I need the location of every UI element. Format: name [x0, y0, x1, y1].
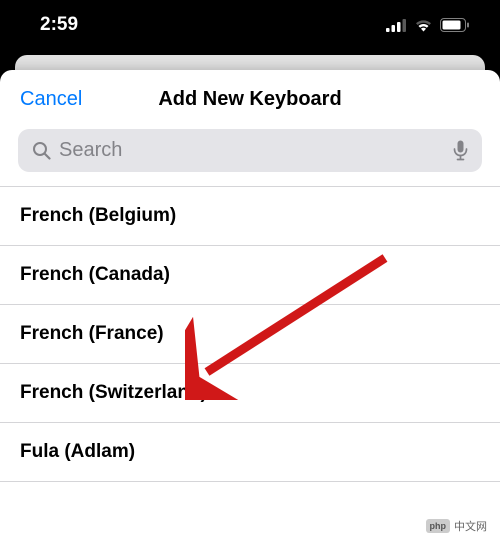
- watermark-text: 中文网: [454, 518, 487, 534]
- cellular-icon: [386, 19, 407, 32]
- search-placeholder: Search: [59, 139, 445, 162]
- keyboard-list: French (Belgium) French (Canada) French …: [0, 186, 500, 542]
- list-item[interactable]: French (Belgium): [0, 187, 500, 246]
- watermark-badge: php: [426, 519, 451, 533]
- list-item[interactable]: French (France): [0, 305, 500, 364]
- status-bar: 2:59: [0, 0, 500, 50]
- microphone-icon[interactable]: [453, 140, 468, 161]
- cancel-button[interactable]: Cancel: [20, 88, 82, 111]
- modal-title: Add New Keyboard: [158, 88, 341, 111]
- list-item[interactable]: French (Switzerland): [0, 364, 500, 423]
- modal-header: Cancel Add New Keyboard: [0, 70, 500, 123]
- list-item[interactable]: Fula (Adlam): [0, 423, 500, 482]
- search-icon: [32, 141, 51, 160]
- list-item[interactable]: French (Canada): [0, 246, 500, 305]
- wifi-icon: [414, 18, 433, 32]
- search-container: Search: [0, 123, 500, 186]
- status-time: 2:59: [40, 14, 78, 36]
- battery-icon: [440, 18, 470, 32]
- search-input[interactable]: Search: [18, 129, 482, 172]
- status-icons: [386, 18, 470, 32]
- modal-sheet: Cancel Add New Keyboard Search French (B…: [0, 70, 500, 542]
- watermark: php 中文网: [421, 516, 493, 536]
